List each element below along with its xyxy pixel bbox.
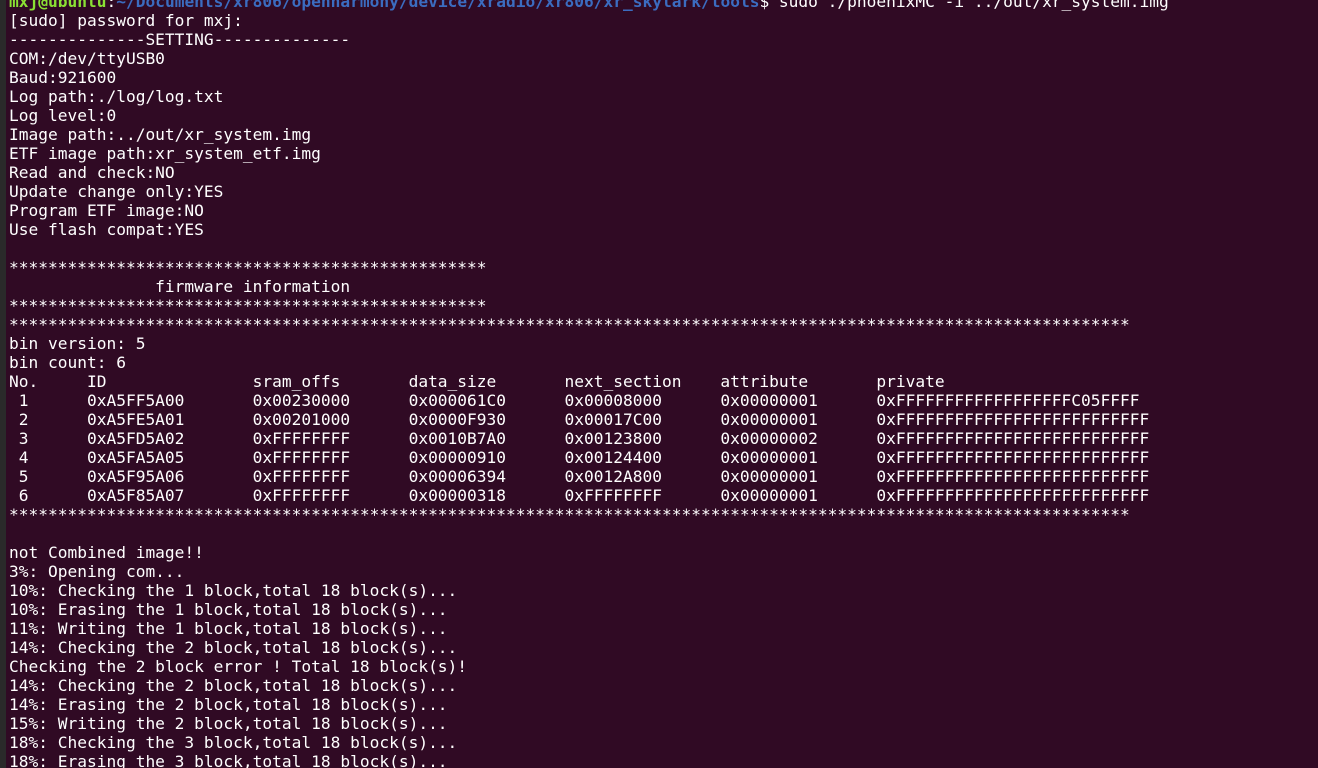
output-line: Log level:0 [9, 106, 117, 125]
output-line: 14%: Checking the 2 block,total 18 block… [9, 676, 458, 695]
output-line: 2 0xA5FE5A01 0x00201000 0x0000F930 0x000… [9, 410, 1150, 429]
output-line: Baud:921600 [9, 68, 117, 87]
output-line: 6 0xA5F85A07 0xFFFFFFFF 0x00000318 0xFFF… [9, 486, 1150, 505]
prompt-path: ~/Documents/xr806/openharmony/device/xra… [116, 0, 760, 11]
output-line: 3 0xA5FD5A02 0xFFFFFFFF 0x0010B7A0 0x001… [9, 429, 1150, 448]
output-line: --------------SETTING-------------- [9, 30, 351, 49]
output-line: Use flash compat:YES [9, 220, 204, 239]
output-line: ****************************************… [9, 296, 487, 315]
output-line: bin version: 5 [9, 334, 146, 353]
output-lines: [sudo] password for mxj: --------------SE… [9, 11, 1318, 768]
output-line: 15%: Writing the 2 block,total 18 block(… [9, 714, 448, 733]
output-line: ****************************************… [9, 315, 1130, 334]
prompt-command: $ sudo ./phoenixMC -i ../out/xr_system.i… [759, 0, 1169, 11]
prompt-line: mxj@ubuntu:~/Documents/xr806/openharmony… [9, 0, 1318, 11]
output-line: Checking the 2 block error ! Total 18 bl… [9, 657, 468, 676]
output-line: COM:/dev/ttyUSB0 [9, 49, 165, 68]
output-line: 5 0xA5F95A06 0xFFFFFFFF 0x00006394 0x001… [9, 467, 1150, 486]
output-line: not Combined image!! [9, 543, 204, 562]
output-line: 10%: Erasing the 1 block,total 18 block(… [9, 600, 448, 619]
output-line: 18%: Erasing the 3 block,total 18 block(… [9, 752, 448, 768]
output-line: 10%: Checking the 1 block,total 18 block… [9, 581, 458, 600]
output-line: 3%: Opening com... [9, 562, 185, 581]
output-line: ****************************************… [9, 505, 1130, 524]
output-line: 4 0xA5FA5A05 0xFFFFFFFF 0x00000910 0x001… [9, 448, 1150, 467]
terminal-output: mxj@ubuntu:~/Documents/xr806/openharmony… [9, 0, 1318, 768]
terminal-window[interactable]: mxj@ubuntu:~/Documents/xr806/openharmony… [0, 0, 1318, 768]
output-line: firmware information [9, 277, 351, 296]
output-line: 14%: Checking the 2 block,total 18 block… [9, 638, 458, 657]
output-line: Program ETF image:NO [9, 201, 204, 220]
output-line: Log path:./log/log.txt [9, 87, 224, 106]
output-line: Read and check:NO [9, 163, 175, 182]
output-line: 11%: Writing the 1 block,total 18 block(… [9, 619, 448, 638]
prompt-separator: : [106, 0, 117, 11]
output-line: Image path:../out/xr_system.img [9, 125, 312, 144]
output-line: ****************************************… [9, 258, 487, 277]
output-line: 1 0xA5FF5A00 0x00230000 0x000061C0 0x000… [9, 391, 1140, 410]
output-line: bin count: 6 [9, 353, 126, 372]
output-line: 14%: Erasing the 2 block,total 18 block(… [9, 695, 448, 714]
window-edge [0, 0, 6, 768]
output-line: ETF image path:xr_system_etf.img [9, 144, 321, 163]
output-line: [sudo] password for mxj: [9, 11, 243, 30]
output-line: Update change only:YES [9, 182, 224, 201]
prompt-user-host: mxj@ubuntu [9, 0, 107, 11]
output-line: No. ID sram_offs data_size next_section … [9, 372, 945, 391]
output-line: 18%: Checking the 3 block,total 18 block… [9, 733, 458, 752]
